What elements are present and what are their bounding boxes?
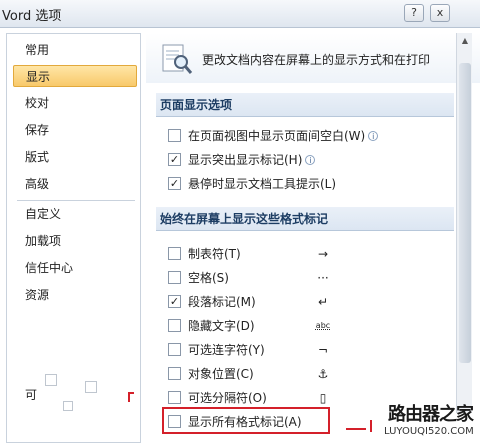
- checkbox[interactable]: [168, 247, 181, 260]
- checkbox[interactable]: [168, 271, 181, 284]
- checkbox[interactable]: [168, 391, 181, 404]
- nav-item-common[interactable]: 常用: [13, 39, 137, 61]
- option-label: 空格(S): [188, 271, 229, 285]
- nav-item-display[interactable]: 显示: [13, 65, 137, 87]
- optional-break-mark-icon: ▯: [319, 391, 327, 405]
- tab-mark-icon: →: [317, 247, 329, 261]
- space-mark-icon: ···: [317, 271, 329, 285]
- nav-item-layout[interactable]: 版式: [13, 146, 137, 168]
- info-icon: i: [368, 131, 379, 141]
- checkbox-checked[interactable]: ✓: [168, 153, 181, 166]
- checkbox[interactable]: [168, 319, 181, 332]
- nav-item-partial: 可: [25, 388, 38, 402]
- nav-item-proofing[interactable]: 校对: [13, 92, 137, 114]
- annotation-mark: [128, 392, 134, 394]
- annotation-mark: [370, 420, 372, 432]
- anchor-mark-icon: ⚓: [317, 367, 329, 381]
- nav-item-addins[interactable]: 加载项: [13, 230, 137, 252]
- options-nav: 常用 显示 校对 保存 版式 高级 自定义 加载项 信任中心 资源 可: [6, 33, 141, 443]
- checkbox[interactable]: [168, 129, 181, 142]
- title-bar: Vord 选项 ? x: [0, 0, 480, 28]
- nav-divider: [17, 200, 135, 201]
- panel-description: 更改文档内容在屏幕上的显示方式和在打印: [202, 53, 431, 67]
- annotation-mark: [346, 428, 366, 430]
- info-icon: i: [305, 155, 316, 165]
- document-magnifier-icon: [162, 44, 193, 74]
- option-label: 悬停时显示文档工具提示(L): [188, 177, 337, 191]
- scroll-up-arrow-icon[interactable]: ▲: [457, 33, 473, 49]
- scroll-thumb[interactable]: [459, 63, 471, 363]
- nav-artifact: [63, 401, 73, 411]
- nav-item-resources[interactable]: 资源: [13, 284, 137, 306]
- checkbox-checked[interactable]: ✓: [168, 295, 181, 308]
- checkbox[interactable]: [168, 367, 181, 380]
- nav-item-customize[interactable]: 自定义: [13, 203, 137, 225]
- nav-item-trust-center[interactable]: 信任中心: [13, 257, 137, 279]
- nav-item-save[interactable]: 保存: [13, 119, 137, 141]
- panel-header: 更改文档内容在屏幕上的显示方式和在打印: [146, 33, 480, 83]
- checkbox-checked[interactable]: ✓: [168, 177, 181, 190]
- vertical-scrollbar[interactable]: ▲: [456, 33, 472, 413]
- watermark-text: 路由器之家: [388, 404, 474, 425]
- help-button[interactable]: ?: [404, 4, 424, 22]
- option-label: 可选连字符(Y): [188, 343, 265, 357]
- checkbox[interactable]: [168, 343, 181, 356]
- display-panel: 更改文档内容在屏幕上的显示方式和在打印 页面显示选项 在页面视图中显示页面间空白…: [146, 33, 480, 445]
- nav-item-advanced[interactable]: 高级: [13, 173, 137, 195]
- nav-artifact: [45, 374, 57, 386]
- annotation-highlight-box: [162, 407, 330, 434]
- paragraph-mark-icon: ↵: [317, 295, 329, 309]
- option-label: 可选分隔符(O): [188, 391, 267, 405]
- section-title-formatting-marks: 始终在屏幕上显示这些格式标记: [156, 207, 454, 231]
- option-label: 制表符(T): [188, 247, 241, 261]
- window-title: Vord 选项: [2, 9, 62, 24]
- option-label: 段落标记(M): [188, 295, 256, 309]
- option-label: 隐藏文字(D): [188, 319, 255, 333]
- option-label: 显示突出显示标记(H): [188, 153, 303, 167]
- close-button[interactable]: x: [430, 4, 450, 22]
- nav-artifact: [85, 381, 97, 393]
- section-title-page-display: 页面显示选项: [156, 93, 454, 117]
- hyphen-mark-icon: ¬: [317, 343, 329, 357]
- option-label: 对象位置(C): [188, 367, 254, 381]
- hidden-text-mark-icon: abc: [315, 321, 331, 330]
- option-label: 在页面视图中显示页面间空白(W): [188, 129, 366, 143]
- watermark-url: LUYOUQI520.COM: [384, 426, 474, 437]
